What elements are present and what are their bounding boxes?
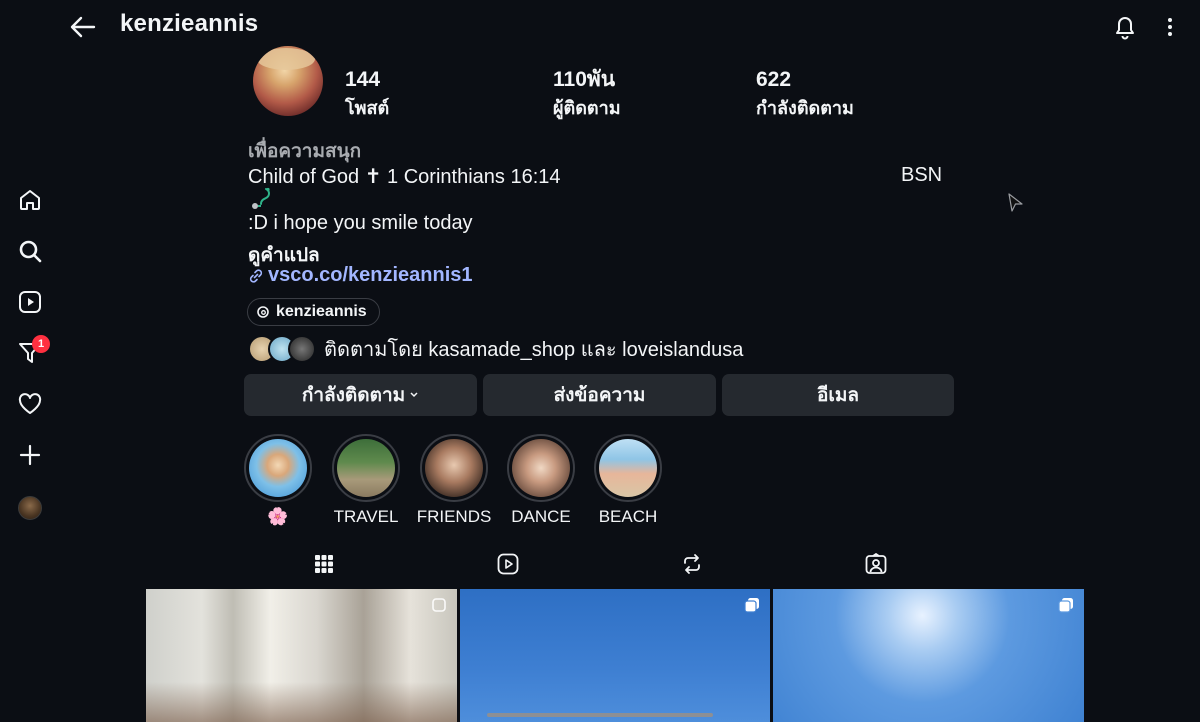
highlight-5-image [599, 439, 657, 497]
nav-profile[interactable] [14, 492, 46, 524]
posts-label: โพสต์ [345, 98, 390, 118]
stethoscope-icon [252, 187, 270, 209]
highlight-4[interactable]: DANCE [506, 434, 576, 526]
bio-bsn: BSN [901, 164, 943, 186]
following-button-label: กำลังติดตาม [301, 385, 406, 406]
followers-count: 110พัน [553, 68, 616, 91]
nav-home[interactable] [14, 184, 46, 216]
highlight-4-image [512, 439, 570, 497]
nav-reels[interactable] [14, 286, 46, 318]
more-vertical-icon [1168, 18, 1172, 36]
highlight-5-label: BEACH [598, 507, 658, 526]
tab-reposts[interactable] [678, 550, 706, 578]
threads-badge[interactable]: kenzieannis [247, 298, 380, 326]
post-thumbnail-1[interactable] [146, 589, 457, 722]
following-button[interactable]: กำลังติดตาม [244, 374, 477, 416]
highlight-1-image [249, 439, 307, 497]
bio-line-3: :D i hope you smile today [248, 212, 473, 234]
profile-username-title: kenzieannis [120, 10, 259, 37]
heart-icon [18, 393, 42, 414]
bio-line-1: Child of God ✝ 1 Corinthians 16:14 [248, 166, 561, 188]
tab-reels[interactable] [494, 550, 522, 578]
nav-activity[interactable] [14, 388, 46, 420]
profile-avatar-icon [18, 496, 42, 520]
following-count: 622 [756, 68, 792, 91]
following-label: กำลังติดตาม [756, 98, 854, 118]
message-button[interactable]: ส่งข้อความ [483, 374, 716, 416]
link-icon [249, 268, 263, 283]
posts-stat[interactable]: 144 โพสต์ [345, 66, 389, 122]
profile-category: เพื่อความสนุก [248, 141, 362, 162]
followed-by-text: ติดตามโดย kasamade_shop และ loveislandus… [324, 339, 744, 361]
following-stat[interactable]: 622 กำลังติดตาม [756, 66, 854, 122]
home-indicator [487, 713, 713, 717]
posts-count: 144 [345, 68, 381, 91]
email-button[interactable]: อีเมล [722, 374, 954, 416]
arrow-left-icon [70, 16, 96, 38]
nav-messages[interactable]: 1 [14, 335, 50, 369]
followers-label: ผู้ติดตาม [553, 98, 621, 118]
bio-link[interactable]: vsco.co/kenzieannis1 [248, 264, 473, 287]
mouse-cursor-icon [1008, 193, 1023, 212]
post-thumbnail-2[interactable] [460, 589, 770, 722]
profile-avatar[interactable] [253, 46, 323, 116]
grid-icon [315, 555, 333, 573]
nav-search[interactable] [14, 235, 46, 267]
single-post-icon [432, 598, 446, 612]
highlight-2-image [337, 439, 395, 497]
search-icon [19, 240, 42, 263]
reposts-icon [684, 554, 700, 574]
highlight-1[interactable]: 🌸 [243, 434, 313, 526]
highlight-5[interactable]: BEACH [593, 434, 663, 526]
notifications-button[interactable] [1110, 12, 1140, 42]
more-options-button[interactable] [1158, 12, 1182, 42]
followed-by-row[interactable]: ติดตามโดย kasamade_shop และ loveislandus… [248, 333, 743, 365]
plus-icon [19, 444, 41, 466]
chevron-down-icon [410, 392, 418, 398]
carousel-icon [744, 598, 759, 613]
mutual-avatar-3 [288, 335, 316, 363]
back-button[interactable] [66, 10, 100, 44]
tab-posts-grid[interactable] [310, 550, 338, 578]
highlight-3[interactable]: FRIENDS [417, 434, 491, 526]
home-icon [20, 190, 40, 210]
messages-badge: 1 [32, 335, 50, 353]
tagged-icon [865, 553, 887, 574]
nav-create[interactable] [14, 439, 46, 471]
reels-icon [19, 291, 41, 313]
carousel-icon [1058, 598, 1073, 613]
post-thumbnail-3[interactable] [773, 589, 1084, 722]
threads-icon [257, 306, 269, 318]
reels-tab-icon [497, 553, 519, 575]
highlight-2[interactable]: TRAVEL [331, 434, 401, 526]
tab-tagged[interactable] [862, 550, 890, 578]
followers-stat[interactable]: 110พัน ผู้ติดตาม [553, 66, 621, 122]
bell-icon [1116, 17, 1134, 40]
highlight-3-image [425, 439, 483, 497]
bio-link-text: vsco.co/kenzieannis1 [268, 264, 473, 286]
threads-handle: kenzieannis [276, 303, 367, 320]
